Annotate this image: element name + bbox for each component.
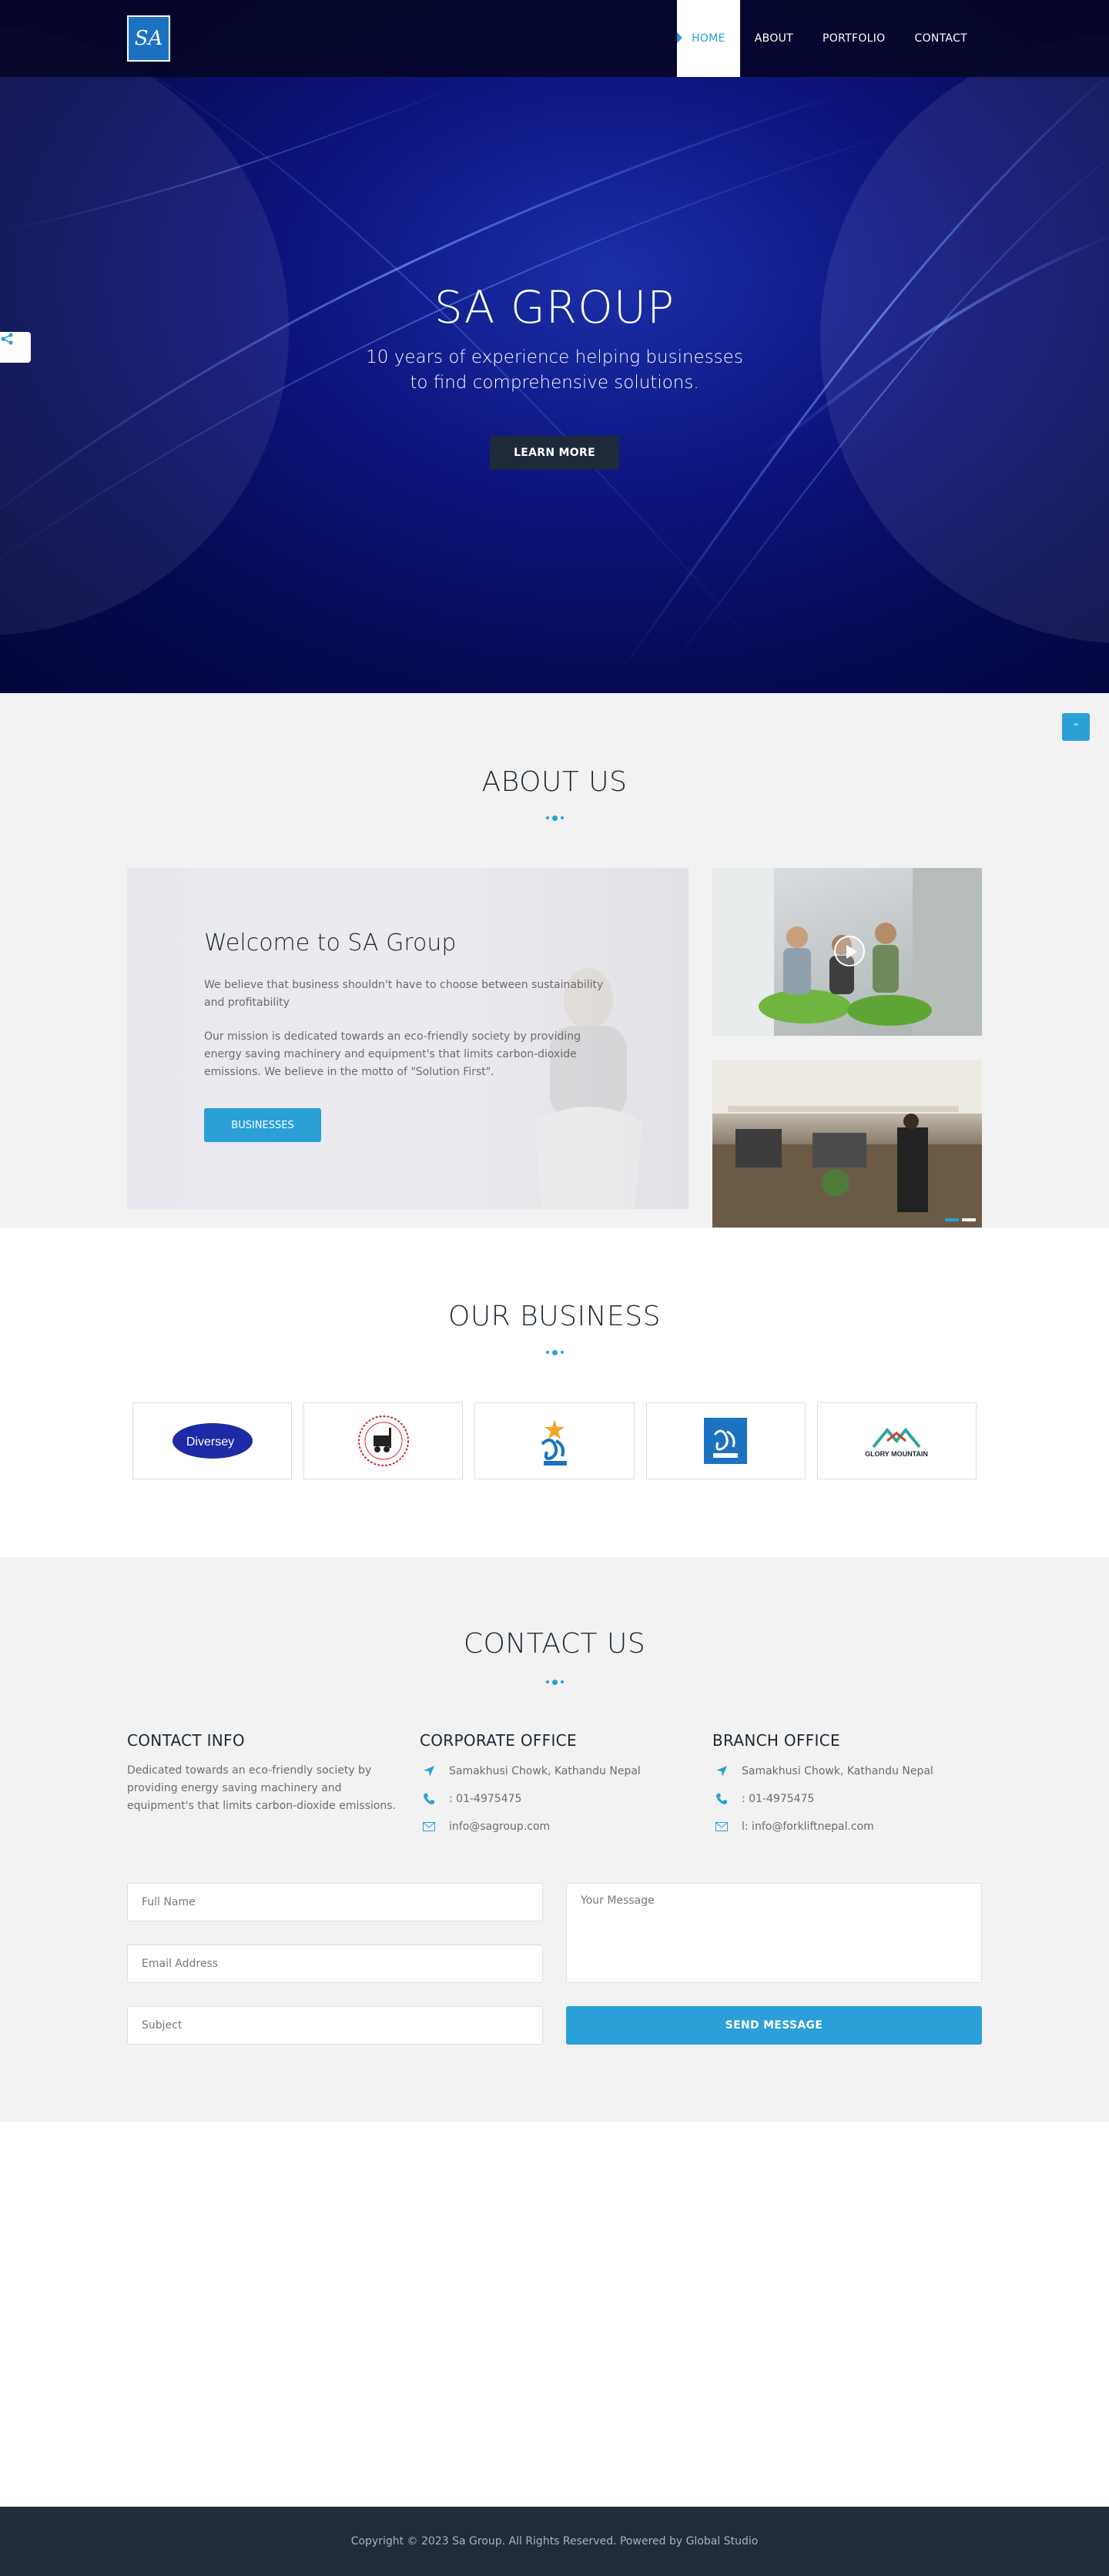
play-video-button[interactable] (834, 936, 865, 966)
nav-item-contact[interactable]: CONTACT (900, 0, 983, 77)
about-paragraph-1: We believe that business shouldn't have … (204, 979, 604, 1009)
svg-text:GLORY MOUNTAIN: GLORY MOUNTAIN (865, 1450, 928, 1458)
about-heading: Welcome to SA Group (204, 930, 457, 956)
site-logo[interactable]: SA (127, 15, 170, 62)
business-section-title: OUR BUSINESS (448, 1301, 661, 1332)
location-arrow-icon (420, 1765, 438, 1777)
contact-section: CONTACT US CONTACT INFO Dedicated toward… (0, 1557, 1109, 2122)
team-celebration-photo (712, 868, 982, 1036)
contact-info-text: Dedicated towards an eco-friendly societ… (127, 1764, 397, 1812)
sa-figure-logo (541, 1419, 567, 1466)
title-divider (0, 1678, 1109, 1686)
contact-info-title: CONTACT INFO (127, 1731, 245, 1750)
businesses-button[interactable]: BUSINESSES (204, 1108, 321, 1142)
phone-icon (420, 1793, 438, 1805)
corporate-phone: : 01-4975475 (420, 1793, 521, 1805)
learn-more-button[interactable]: LEARN MORE (490, 436, 619, 470)
title-divider (0, 1348, 1109, 1356)
forklift-seal-logo (357, 1415, 409, 1466)
title-divider (0, 814, 1109, 822)
branch-address-text: Samakhusi Chowk, Kathandu Nepal (742, 1765, 933, 1777)
share-button[interactable] (0, 332, 31, 363)
office-photo-graphic (712, 1060, 982, 1228)
branch-email-text[interactable]: l: info@forkliftnepal.com (742, 1821, 874, 1833)
business-card-forklift[interactable] (303, 1402, 464, 1479)
envelope-icon (712, 1822, 731, 1831)
slider-indicator[interactable] (945, 1218, 976, 1221)
nav-item-about[interactable]: ABOUT (740, 0, 808, 77)
corporate-email: info@sagroup.com (420, 1821, 550, 1833)
nav-menu: HOME ABOUT PORTFOLIO CONTACT (677, 0, 982, 77)
hero-subtitle: 10 years of experience helping businesse… (366, 347, 743, 393)
chevron-up-icon: ⌃ (1071, 722, 1081, 732)
location-arrow-icon (712, 1765, 731, 1777)
corporate-phone-text: : 01-4975475 (449, 1793, 522, 1805)
corporate-office-title: CORPORATE OFFICE (420, 1731, 577, 1750)
business-card-diversey[interactable]: Diversey (132, 1402, 293, 1479)
message-textarea[interactable]: Your Message (566, 1883, 982, 1983)
corporate-email-text[interactable]: info@sagroup.com (449, 1821, 550, 1833)
business-logo-row: Diversey GLORY MOUNTAIN (132, 1402, 977, 1479)
logo-mark: SA (134, 27, 163, 50)
contact-section-title: CONTACT US (463, 1628, 646, 1660)
branch-phone: : 01-4975475 (712, 1793, 814, 1805)
navbar: SA HOME ABOUT PORTFOLIO CONTACT (0, 0, 1109, 77)
footer: Copyright © 2023 Sa Group. All Rights Re… (0, 2507, 1109, 2576)
business-card-glory-mountain[interactable]: GLORY MOUNTAIN (816, 1402, 977, 1479)
diversey-logo: Diversey (172, 1423, 253, 1459)
business-card-sa-figure[interactable] (474, 1402, 635, 1479)
scroll-top-button[interactable]: ⌃ (1062, 713, 1090, 741)
full-name-field[interactable]: Full Name (127, 1883, 543, 1921)
branch-address: Samakhusi Chowk, Kathandu Nepal (712, 1765, 933, 1777)
send-message-button[interactable]: SEND MESSAGE (566, 2006, 982, 2045)
branch-office-title: BRANCH OFFICE (712, 1731, 840, 1750)
svg-text:Diversey: Diversey (186, 1435, 233, 1449)
footer-copyright: Copyright © 2023 Sa Group. All Rights Re… (350, 2535, 759, 2548)
business-section: OUR BUSINESS Diversey GLORY MOUNTAIN (0, 1228, 1109, 1557)
glory-mountain-logo: GLORY MOUNTAIN (865, 1427, 928, 1458)
sa-group-logo (704, 1418, 748, 1464)
subject-field[interactable]: Subject (127, 2006, 543, 2045)
nav-item-home[interactable]: HOME (677, 0, 740, 77)
blank-area (0, 2122, 1109, 2507)
office-photo (712, 1060, 982, 1228)
email-field[interactable]: Email Address (127, 1945, 543, 1983)
hero-title: SA GROUP (434, 281, 675, 333)
nav-item-portfolio[interactable]: PORTFOLIO (808, 0, 900, 77)
share-icon (1, 333, 13, 345)
hero-section: SA GROUP 10 years of experience helping … (0, 0, 1109, 693)
corporate-address-text: Samakhusi Chowk, Kathandu Nepal (449, 1765, 641, 1777)
phone-icon (712, 1793, 731, 1805)
business-card-sa-group[interactable] (645, 1402, 806, 1479)
page: SA GROUP 10 years of experience helping … (0, 0, 1109, 2576)
branch-phone-text: : 01-4975475 (742, 1793, 815, 1805)
about-section: ⌃ ABOUT US Welcome to SA Group We believ… (0, 693, 1109, 1228)
branch-email: l: info@forkliftnepal.com (712, 1821, 874, 1833)
about-section-title: ABOUT US (481, 766, 628, 798)
about-card: Welcome to SA Group We believe that busi… (127, 868, 689, 1209)
about-paragraph-2: Our mission is dedicated towards an eco-… (204, 1030, 581, 1078)
envelope-icon (420, 1822, 438, 1831)
corporate-address: Samakhusi Chowk, Kathandu Nepal (420, 1765, 641, 1777)
